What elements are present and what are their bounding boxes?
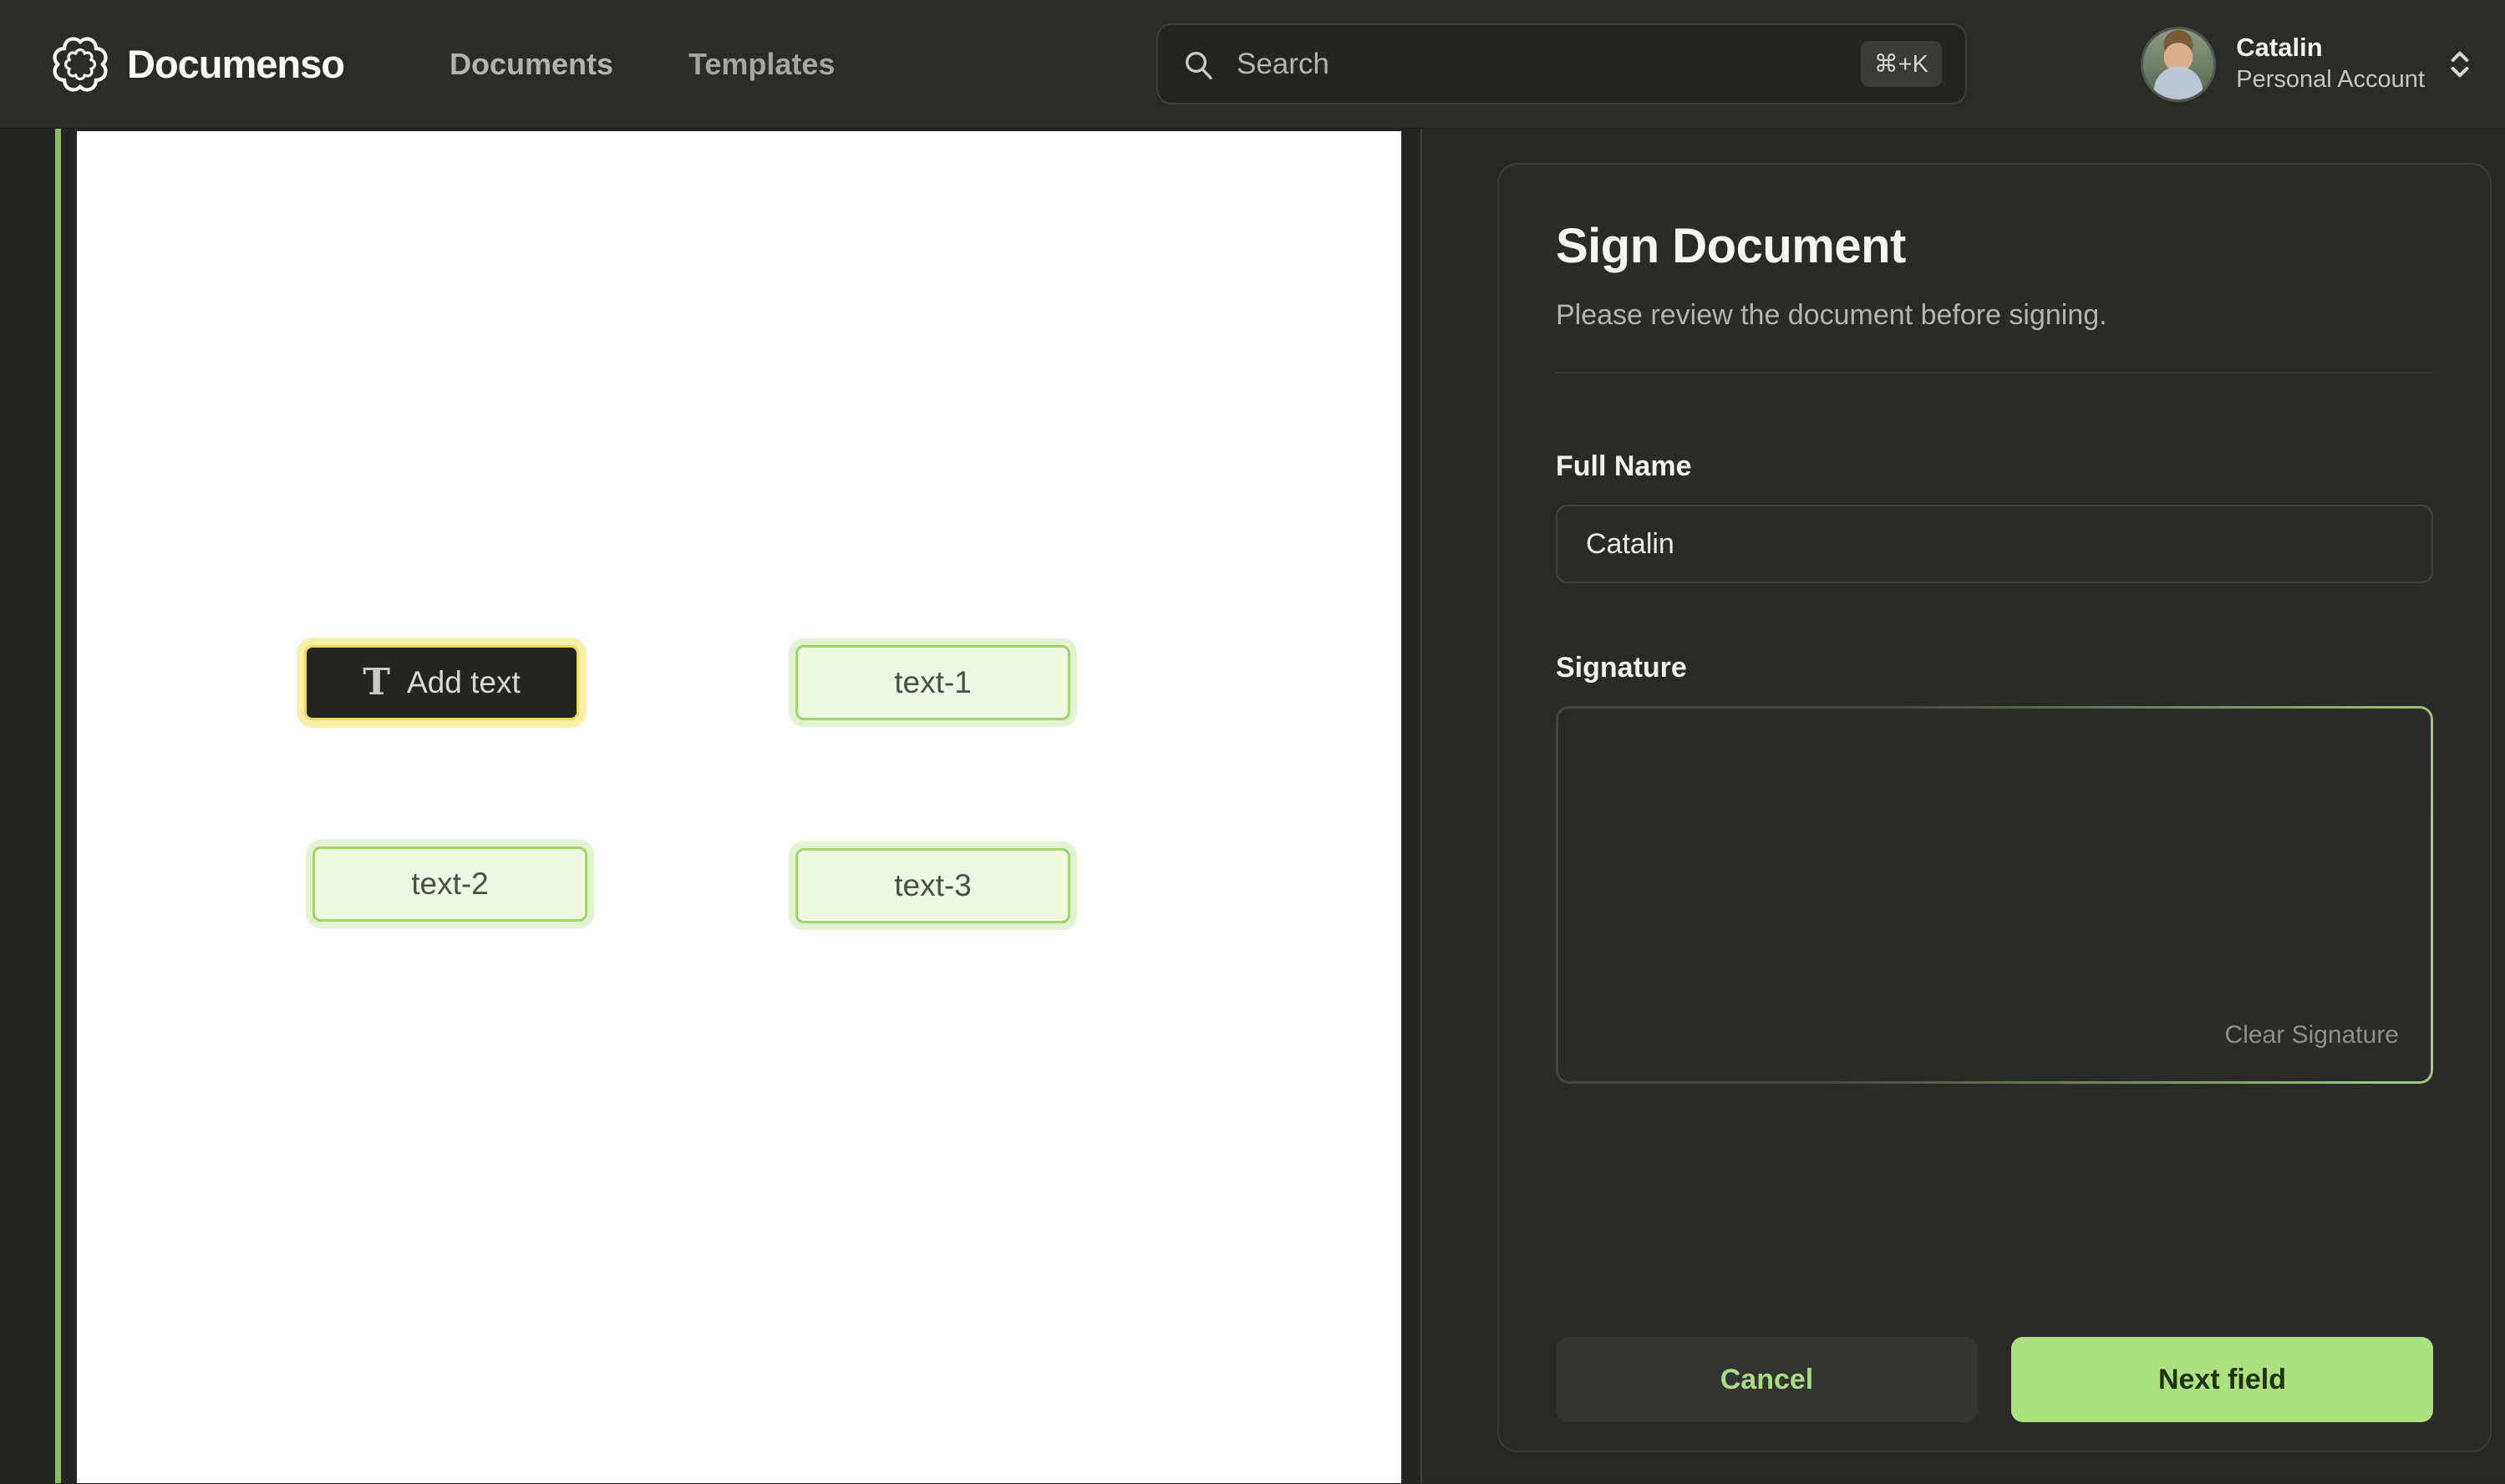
main-content: T Add text text-1 text-2 text-3 Sign Doc… <box>0 129 2505 1483</box>
chevrons-up-down-icon <box>2445 48 2475 81</box>
panel-title: Sign Document <box>1556 218 2433 274</box>
search-icon <box>1181 48 1215 81</box>
logo-link[interactable]: Documenso <box>52 36 344 93</box>
panel-subtitle: Please review the document before signin… <box>1556 299 2433 332</box>
field-text-2[interactable]: text-2 <box>312 846 587 922</box>
cancel-button[interactable]: Cancel <box>1556 1337 1978 1422</box>
search-shortcut-badge: ⌘+K <box>1861 41 1942 87</box>
next-field-button[interactable]: Next field <box>2011 1337 2433 1422</box>
field-text-1[interactable]: text-1 <box>795 645 1070 720</box>
field-label: text-2 <box>411 867 489 902</box>
signature-pad[interactable]: Clear Signature <box>1556 706 2433 1084</box>
text-type-icon: T <box>363 664 390 701</box>
clear-signature-button[interactable]: Clear Signature <box>2225 1021 2399 1049</box>
signature-label: Signature <box>1556 652 2433 684</box>
documenso-logo-icon <box>52 36 109 93</box>
field-label: text-3 <box>894 868 972 903</box>
account-name: Catalin <box>2236 32 2425 64</box>
app-root: Documenso Documents Templates ⌘+K Catali… <box>0 0 2505 1483</box>
logo-text: Documenso <box>127 41 344 87</box>
top-navbar: Documenso Documents Templates ⌘+K Catali… <box>0 0 2505 129</box>
account-info: Catalin Personal Account <box>2236 32 2425 95</box>
document-page: T Add text text-1 text-2 text-3 <box>77 131 1401 1483</box>
main-nav: Documents Templates <box>450 47 835 82</box>
field-text-3[interactable]: text-3 <box>795 848 1070 923</box>
account-type: Personal Account <box>2236 64 2425 96</box>
full-name-label: Full Name <box>1556 450 2433 483</box>
full-name-input[interactable] <box>1556 505 2433 583</box>
sign-sidebar: Sign Document Please review the document… <box>1420 129 2505 1483</box>
field-label: text-1 <box>894 665 972 700</box>
nav-link-templates[interactable]: Templates <box>688 47 835 82</box>
search-input[interactable] <box>1237 48 1839 81</box>
field-label: Add text <box>407 665 521 700</box>
panel-divider <box>1556 372 2433 374</box>
nav-link-documents[interactable]: Documents <box>450 47 613 82</box>
field-add-text[interactable]: T Add text <box>304 645 579 720</box>
document-edge-accent <box>55 129 61 1483</box>
search-bar[interactable]: ⌘+K <box>1156 23 1967 104</box>
avatar <box>2141 27 2216 102</box>
action-buttons: Cancel Next field <box>1556 1337 2433 1422</box>
account-menu[interactable]: Catalin Personal Account <box>2141 27 2475 102</box>
sign-document-card: Sign Document Please review the document… <box>1497 163 2492 1452</box>
